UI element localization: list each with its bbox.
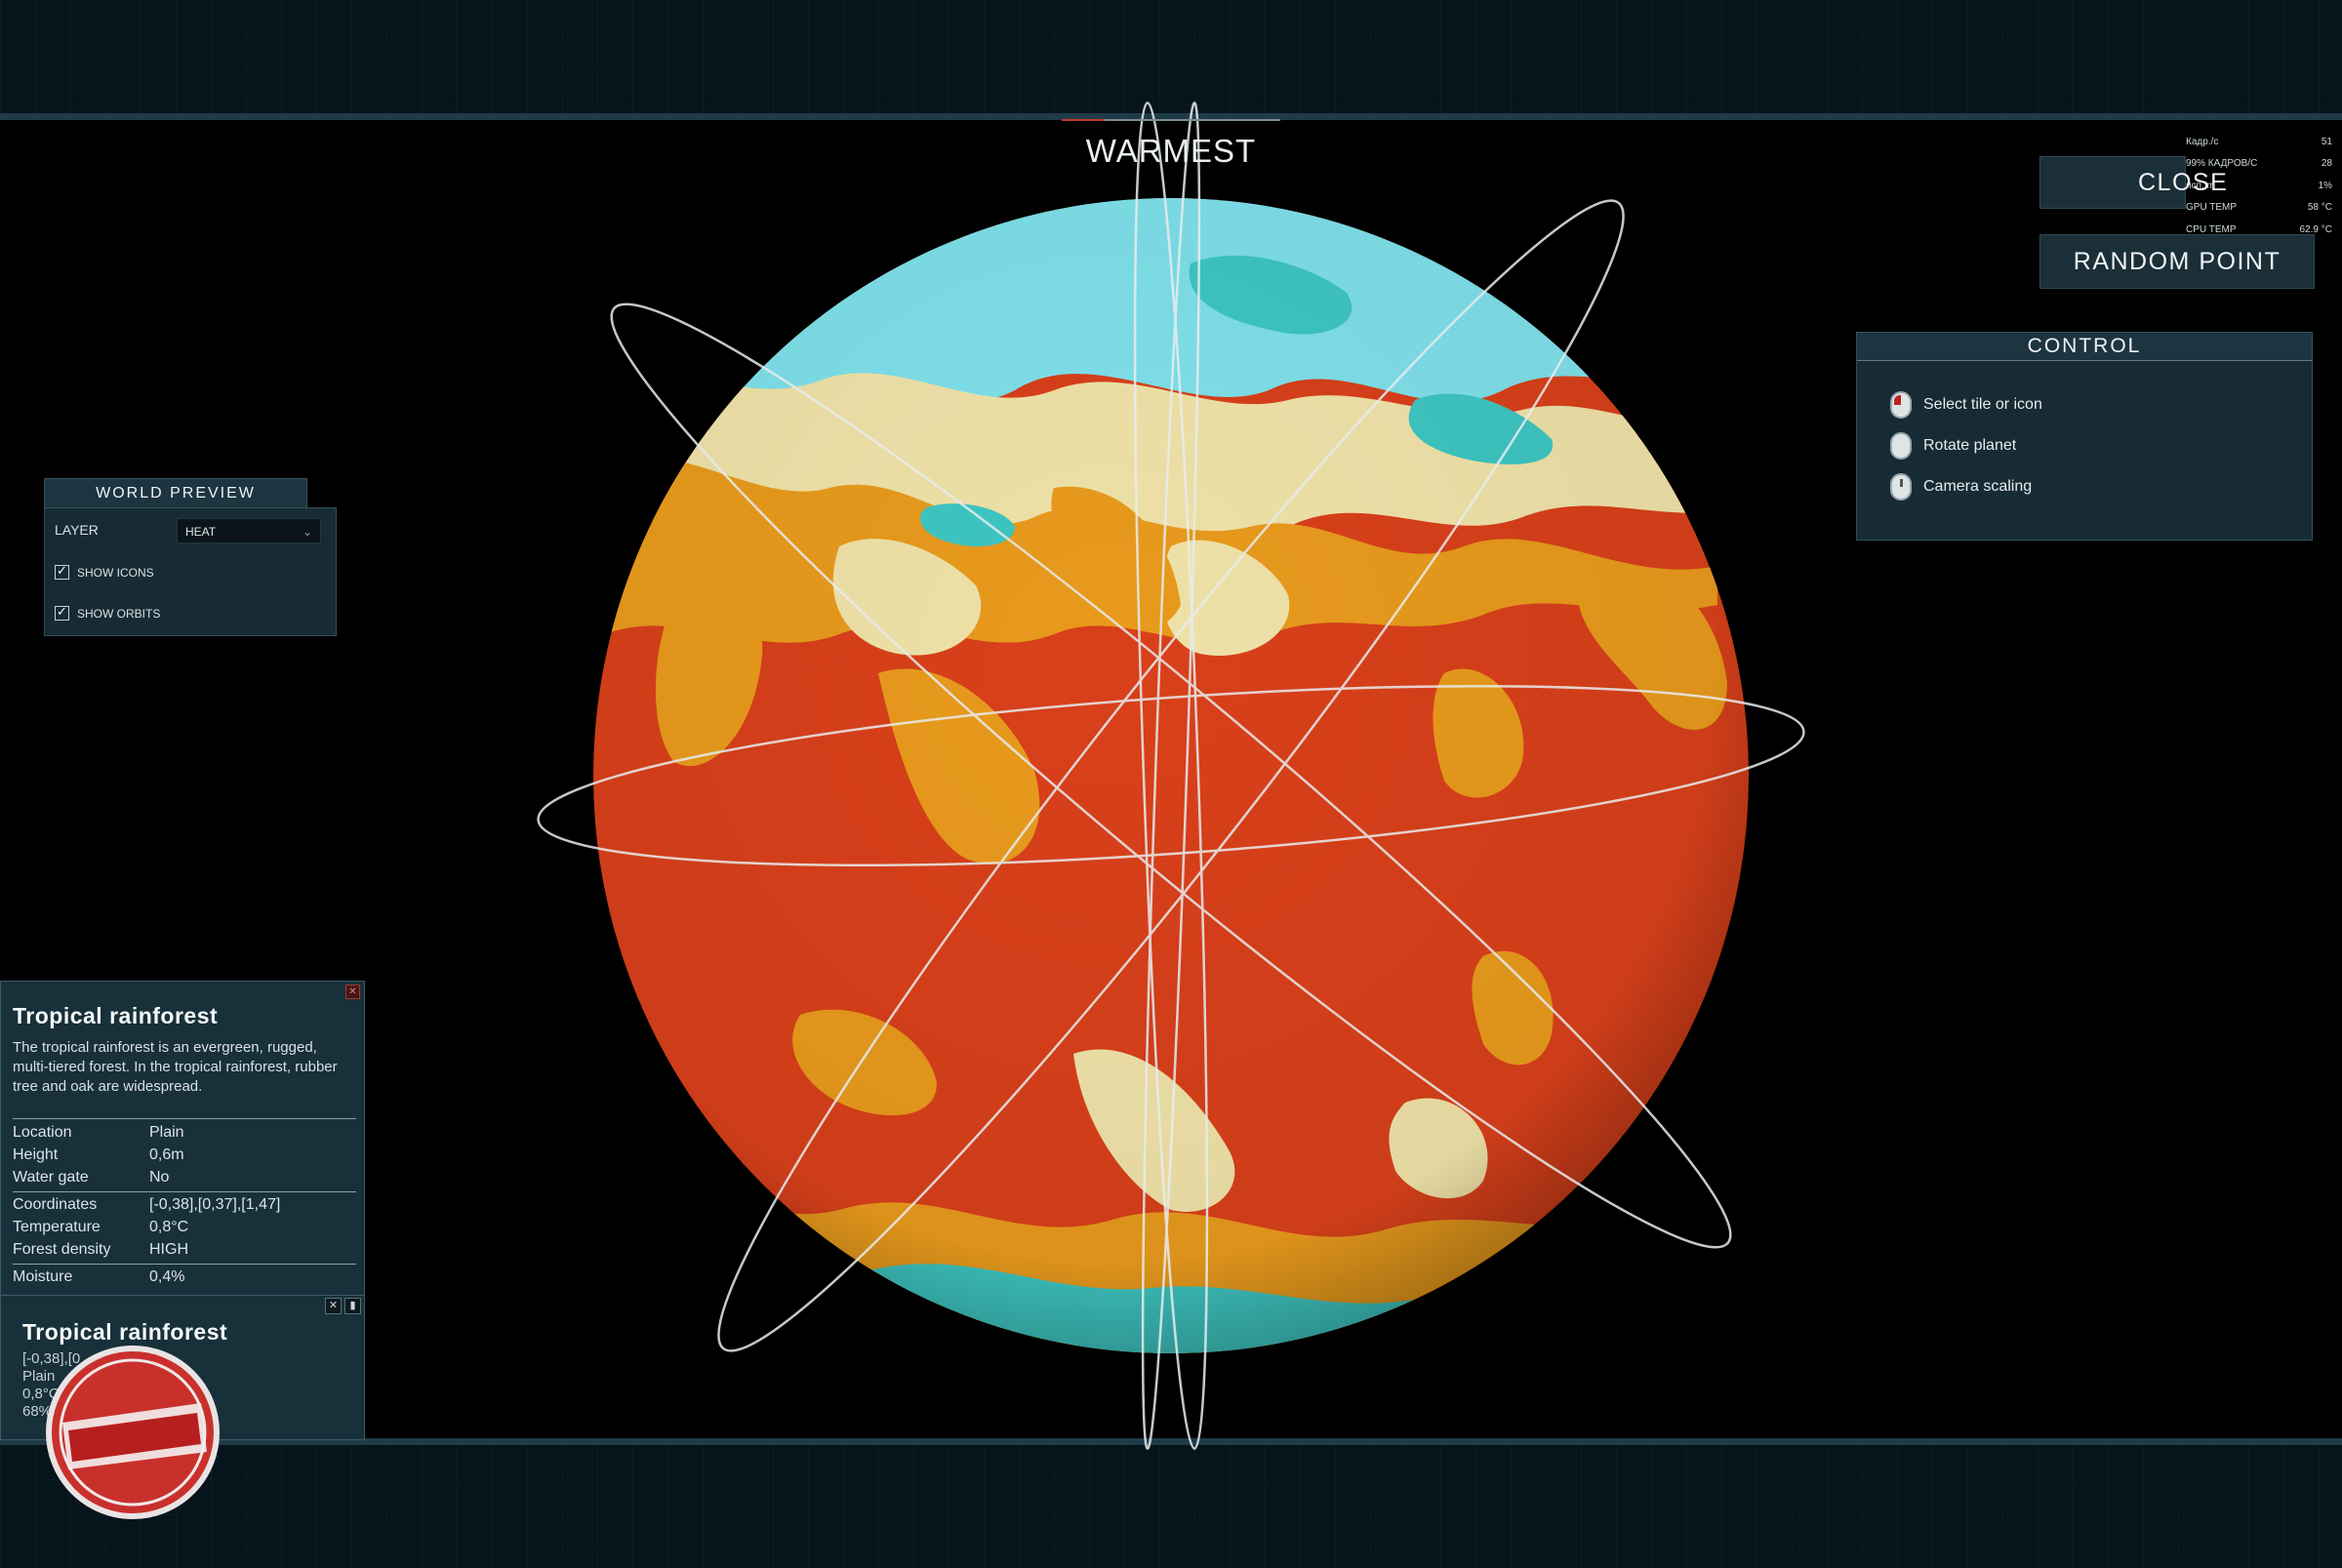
mouse-left-icon bbox=[1890, 391, 1912, 419]
divider bbox=[13, 1264, 356, 1265]
divider bbox=[13, 1118, 356, 1119]
pin-icon[interactable]: ▮ bbox=[344, 1298, 361, 1314]
close-icon[interactable]: ✕ bbox=[345, 985, 360, 999]
control-item-label: Select tile or icon bbox=[1923, 396, 2042, 413]
watermark-logo bbox=[46, 1346, 220, 1519]
title-accent-bar bbox=[1062, 119, 1280, 121]
mouse-icon bbox=[1890, 432, 1912, 460]
layer-select-value: HEAT bbox=[185, 525, 217, 539]
world-preview-panel: LAYER HEAT ⌄ SHOW ICONS SHOW ORBITS bbox=[44, 507, 337, 636]
layer-select[interactable]: HEAT ⌄ bbox=[177, 518, 321, 543]
info-row-height: Height 0,6m bbox=[13, 1146, 184, 1163]
mouse-wheel-icon bbox=[1890, 473, 1912, 501]
control-item-rotate: Rotate planet bbox=[1890, 432, 2016, 460]
tile-description: The tropical rainforest is an evergreen,… bbox=[13, 1039, 338, 1095]
control-item-label: Rotate planet bbox=[1923, 437, 2017, 454]
show-icons-label: SHOW ICONS bbox=[77, 565, 154, 580]
control-item-label: Camera scaling bbox=[1923, 478, 2033, 495]
info-row-temperature: Temperature 0,8°C bbox=[13, 1219, 189, 1235]
control-header: CONTROL bbox=[1857, 333, 2312, 361]
stat-row: 99% КАДРОВ/С 28 bbox=[2186, 158, 2332, 170]
control-item-zoom: Camera scaling bbox=[1890, 473, 2032, 501]
close-button[interactable]: CLOSE bbox=[2039, 156, 2227, 209]
checkbox-checked-icon[interactable] bbox=[55, 604, 69, 621]
show-orbits-toggle[interactable]: SHOW ORBITS bbox=[55, 604, 161, 621]
tile-info-panel: ✕ Tropical rainforest The tropical rainf… bbox=[0, 981, 365, 1297]
divider bbox=[13, 1191, 356, 1192]
info-row-moisture: Moisture 0,4% bbox=[13, 1268, 185, 1285]
show-icons-toggle[interactable]: SHOW ICONS bbox=[55, 563, 154, 580]
performance-overlay: Кадр./с 51 99% КАДРОВ/С 28 исп. m 1% GPU TE… bbox=[2186, 131, 2332, 241]
mini-tile-title: Tropical rainforest bbox=[22, 1319, 228, 1345]
tile-title: Tropical rainforest bbox=[13, 1003, 219, 1028]
world-preview-header: WORLD PREVIEW bbox=[44, 478, 307, 509]
control-item-select: Select tile or icon bbox=[1890, 391, 2042, 419]
stat-row: исп. m 1% bbox=[2186, 180, 2332, 191]
show-orbits-label: SHOW ORBITS bbox=[77, 606, 161, 621]
control-panel: CONTROL Select tile or icon Rotate plane… bbox=[1856, 332, 2313, 541]
stat-row: Кадр./с 51 bbox=[2186, 136, 2332, 147]
stat-row: CPU TEMP 62.9 °C bbox=[2186, 223, 2332, 235]
info-row-location: Location Plain bbox=[13, 1124, 184, 1141]
stat-row: GPU TEMP 58 °C bbox=[2186, 202, 2332, 214]
layer-label: LAYER bbox=[55, 522, 99, 538]
layer-title: WARMEST bbox=[1085, 133, 1257, 169]
random-point-button[interactable]: RANDOM POINT bbox=[2039, 234, 2315, 289]
info-row-water: Water gate No bbox=[13, 1169, 170, 1186]
checkbox-checked-icon[interactable] bbox=[55, 563, 69, 580]
info-row-forest: Forest density HIGH bbox=[13, 1241, 188, 1258]
heat-map-surface bbox=[593, 198, 1749, 1353]
chevron-down-icon: ⌄ bbox=[302, 525, 312, 539]
collapse-icon[interactable]: ✕ bbox=[325, 1298, 342, 1314]
info-row-coordinates: Coordinates [-0,38],[0,37],[1,47] bbox=[13, 1196, 281, 1213]
